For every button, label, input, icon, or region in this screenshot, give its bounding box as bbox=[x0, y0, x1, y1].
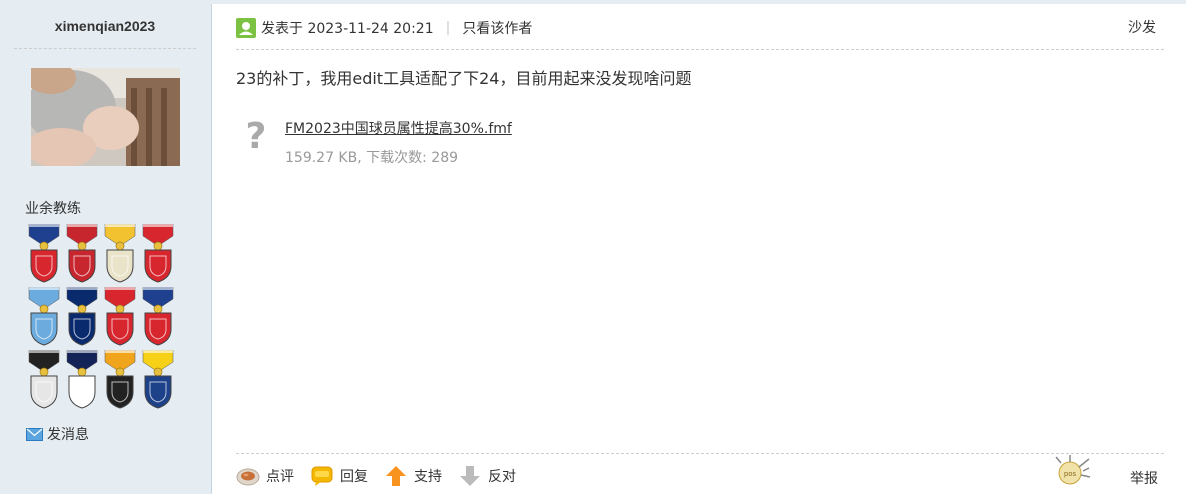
pos-bubble-icon: pos bbox=[1055, 455, 1091, 485]
croatia-crest-icon bbox=[28, 224, 60, 283]
report-link[interactable]: 举报 bbox=[1130, 468, 1158, 488]
manchester-city-crest-icon bbox=[28, 287, 60, 346]
newcastle-crest-icon bbox=[28, 350, 60, 409]
header-separator bbox=[236, 49, 1164, 50]
oppose-button[interactable]: 反对 bbox=[458, 464, 516, 488]
nottingham-forest-crest-icon bbox=[104, 287, 136, 346]
floor-label[interactable]: 沙发 bbox=[1128, 17, 1156, 37]
comment-button[interactable]: 点评 bbox=[236, 464, 294, 488]
reply-label: 回复 bbox=[340, 469, 368, 485]
attachment-download-link[interactable]: FM2023中国球员属性提高30%.fmf bbox=[285, 118, 512, 138]
comment-label: 点评 bbox=[266, 469, 294, 485]
avatar[interactable] bbox=[31, 68, 180, 166]
medal-grid bbox=[26, 224, 178, 413]
mail-icon bbox=[26, 427, 43, 441]
thumbs-up-arrow-icon bbox=[386, 466, 406, 486]
manchester-united-crest-icon bbox=[142, 224, 174, 283]
wolves-crest-icon bbox=[104, 350, 136, 409]
attachment-meta: 159.27 KB, 下载次数: 289 bbox=[285, 150, 459, 166]
author-username[interactable]: ximenqian2023 bbox=[0, 18, 210, 34]
support-label: 支持 bbox=[414, 469, 442, 485]
oppose-label: 反对 bbox=[488, 469, 516, 485]
medal[interactable] bbox=[102, 224, 138, 284]
only-author-link[interactable]: 只看该作者 bbox=[462, 18, 532, 38]
footer-separator bbox=[236, 453, 1164, 454]
liverpool-crest-icon bbox=[66, 224, 98, 283]
medal[interactable] bbox=[64, 224, 100, 284]
send-message-link[interactable]: 发消息 bbox=[26, 424, 89, 444]
leeds-crest-icon bbox=[142, 350, 174, 409]
svg-text:pos: pos bbox=[1064, 470, 1077, 478]
medal[interactable] bbox=[64, 287, 100, 347]
tottenham-crest-icon bbox=[66, 350, 98, 409]
atletico-madrid-crest-icon bbox=[142, 287, 174, 346]
svg-text:?: ? bbox=[246, 118, 267, 154]
post-content: 23的补丁，我用edit工具适配了下24，目前用起来没发现啥问题 bbox=[236, 69, 692, 88]
header-divider: | bbox=[445, 20, 451, 36]
comment-icon bbox=[236, 468, 260, 486]
medal[interactable] bbox=[26, 350, 62, 410]
medal[interactable] bbox=[140, 224, 176, 284]
medal[interactable] bbox=[26, 224, 62, 284]
post-timestamp: 发表于 2023-11-24 20:21 bbox=[261, 21, 434, 37]
unknown-file-icon: ? bbox=[246, 118, 267, 154]
medal[interactable] bbox=[140, 350, 176, 410]
real-madrid-crest-icon bbox=[104, 224, 136, 283]
medal[interactable] bbox=[102, 287, 138, 347]
post-actions: 点评 回复 支持 反对 bbox=[236, 463, 532, 489]
online-status-icon bbox=[236, 18, 256, 38]
medal[interactable] bbox=[140, 287, 176, 347]
medal[interactable] bbox=[64, 350, 100, 410]
user-rank: 业余教练 bbox=[25, 201, 81, 217]
post-main: 发表于 2023-11-24 20:21 | 只看该作者 沙发 23的补丁，我用… bbox=[236, 4, 1164, 494]
medal[interactable] bbox=[102, 350, 138, 410]
sidebar-divider bbox=[14, 48, 196, 49]
thumbs-down-arrow-icon bbox=[460, 466, 480, 486]
support-button[interactable]: 支持 bbox=[384, 464, 442, 488]
author-sidebar: ximenqian2023 业余教练 发消息 bbox=[0, 4, 212, 494]
reply-icon bbox=[311, 466, 333, 486]
inter-milan-crest-icon bbox=[66, 287, 98, 346]
post-header: 发表于 2023-11-24 20:21 | 只看该作者 bbox=[236, 18, 1164, 38]
medal[interactable] bbox=[26, 287, 62, 347]
reply-button[interactable]: 回复 bbox=[310, 464, 368, 488]
attachment: ? FM2023中国球员属性提高30%.fmf 159.27 KB, 下载次数:… bbox=[244, 114, 512, 167]
send-message-label: 发消息 bbox=[47, 427, 89, 443]
